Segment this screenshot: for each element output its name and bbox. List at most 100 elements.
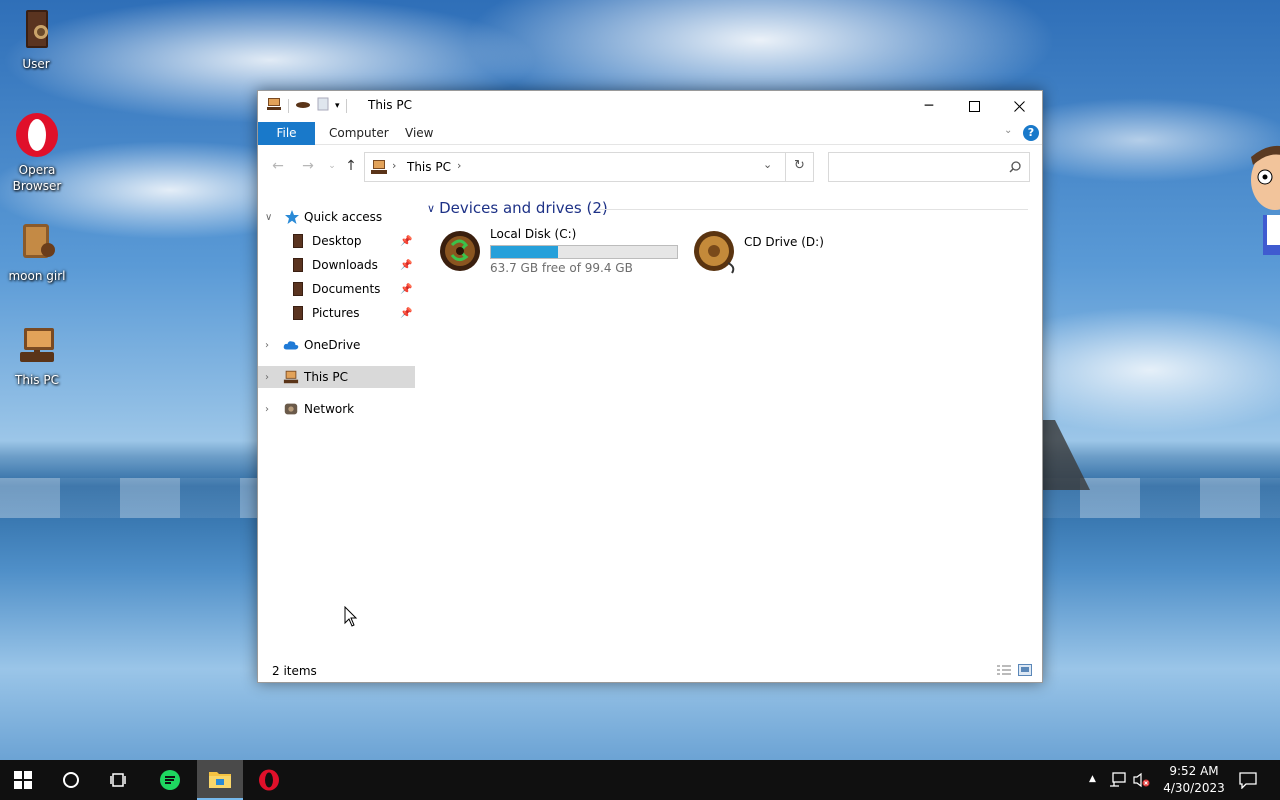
status-item-count: 2 items <box>272 664 317 678</box>
nav-item-network[interactable]: › Network <box>258 398 415 420</box>
customize-toolbar-dropdown-icon[interactable]: ▾ <box>335 101 340 111</box>
up-button[interactable]: ↑ <box>343 158 359 174</box>
desktop-icon-moon-girl[interactable]: moon girl <box>1 218 73 284</box>
details-view-icon[interactable] <box>996 664 1012 676</box>
volume-muted-icon[interactable] <box>1132 772 1152 788</box>
navigation-bar: ← → ⌄ ↑ › This PC › ⌄ ↻ <box>258 147 1042 185</box>
toolbar-divider <box>345 98 347 113</box>
minimize-button[interactable]: ─ <box>906 91 952 121</box>
task-view-icon <box>110 773 126 787</box>
chevron-down-icon[interactable]: ∨ <box>265 212 272 223</box>
group-divider <box>598 209 1028 210</box>
tab-computer[interactable]: Computer <box>315 122 403 145</box>
downloads-folder-icon <box>293 258 303 272</box>
address-divider <box>785 153 786 181</box>
start-button[interactable] <box>0 760 46 800</box>
desktop-icon-label: Opera Browser <box>12 163 62 193</box>
pin-icon[interactable]: 📌 <box>400 308 412 319</box>
local-disk-drive-icon <box>440 231 480 271</box>
close-button[interactable] <box>996 91 1042 121</box>
user-folder-icon <box>13 6 59 52</box>
quick-access-toolbar: ▾ <box>266 97 347 114</box>
pin-icon[interactable]: 📌 <box>400 260 412 271</box>
mouse-cursor-icon <box>344 606 358 627</box>
taskbar: ▲ 9:52 AM 4/30/2023 <box>0 760 1280 800</box>
documents-folder-icon <box>293 282 303 296</box>
desktop-folder-icon <box>293 234 303 248</box>
desktop-icon-label: moon girl <box>8 269 66 283</box>
file-explorer-icon <box>209 772 231 788</box>
new-folder-icon[interactable] <box>317 97 329 114</box>
refresh-icon[interactable]: ↻ <box>794 158 805 173</box>
this-pc-icon <box>14 322 60 368</box>
search-button[interactable] <box>48 760 94 800</box>
breadcrumb-separator-icon[interactable]: › <box>457 159 461 172</box>
desktop-icon-this-pc[interactable]: This PC <box>1 322 73 388</box>
cartoon-character-icon <box>1245 145 1280 265</box>
drive-name: CD Drive (D:) <box>744 235 824 249</box>
windows-logo-icon <box>14 771 32 789</box>
nav-item-desktop[interactable]: Desktop 📌 <box>258 230 415 252</box>
address-bar[interactable]: › This PC › ⌄ ↻ <box>364 152 814 182</box>
nav-item-this-pc[interactable]: › This PC <box>258 366 415 388</box>
taskbar-app-opera[interactable] <box>246 760 292 800</box>
help-icon[interactable]: ? <box>1023 125 1039 141</box>
expand-ribbon-icon[interactable]: ⌄ <box>1004 125 1012 136</box>
clock[interactable]: 9:52 AM 4/30/2023 <box>1155 763 1233 797</box>
pin-icon[interactable]: 📌 <box>400 236 412 247</box>
nav-item-downloads[interactable]: Downloads 📌 <box>258 254 415 276</box>
cortana-circle-icon <box>63 772 79 788</box>
network-icon <box>284 403 298 415</box>
tab-view[interactable]: View <box>391 122 447 145</box>
show-hidden-icons-chevron[interactable]: ▲ <box>1089 774 1096 784</box>
back-button[interactable]: ← <box>270 158 286 174</box>
drive-capacity-fill <box>491 246 558 258</box>
this-pc-small-icon <box>370 159 388 178</box>
maximize-icon <box>968 100 980 112</box>
group-header-devices-and-drives[interactable]: ∨ Devices and drives (2) <box>427 199 608 217</box>
tab-file[interactable]: File <box>258 122 315 145</box>
nav-item-onedrive[interactable]: › OneDrive <box>258 334 415 356</box>
cd-drive-icon <box>694 231 735 274</box>
taskbar-app-file-explorer[interactable] <box>197 760 243 800</box>
nav-item-documents[interactable]: Documents 📌 <box>258 278 415 300</box>
address-dropdown-icon[interactable]: ⌄ <box>763 158 772 171</box>
forward-button[interactable]: → <box>300 158 316 174</box>
breadcrumb-this-pc[interactable]: This PC <box>407 160 451 174</box>
nav-item-quick-access[interactable]: ∨ Quick access <box>258 206 415 228</box>
star-icon <box>285 210 299 224</box>
green-notes-app-icon <box>160 770 180 790</box>
large-icons-view-icon[interactable] <box>1018 664 1032 676</box>
group-header-label: Devices and drives (2) <box>439 199 608 217</box>
clock-date: 4/30/2023 <box>1163 781 1225 795</box>
onedrive-cloud-icon <box>283 341 299 350</box>
breadcrumb-separator-icon[interactable]: › <box>392 159 396 172</box>
taskbar-app-notes[interactable] <box>147 760 193 800</box>
opera-icon <box>259 769 279 791</box>
chevron-right-icon[interactable]: › <box>265 340 269 351</box>
nav-item-label: This PC <box>304 370 348 384</box>
nav-item-pictures[interactable]: Pictures 📌 <box>258 302 415 324</box>
nav-item-label: Documents <box>312 282 381 296</box>
desktop-icon-user[interactable]: User <box>0 6 72 72</box>
search-icon <box>1009 161 1021 173</box>
pin-icon[interactable]: 📌 <box>400 284 412 295</box>
toolbar-divider <box>288 98 289 113</box>
ribbon-tabs: File Computer View ⌄ ? <box>258 121 1042 145</box>
desktop-icon-label: This PC <box>15 373 59 387</box>
this-pc-small-icon <box>266 97 282 114</box>
network-status-icon[interactable] <box>1109 772 1127 788</box>
clock-time: 9:52 AM <box>1169 764 1219 778</box>
nav-item-label: Downloads <box>312 258 378 272</box>
nav-item-label: Pictures <box>312 306 360 320</box>
desktop-icon-opera[interactable]: Opera Browser <box>1 112 73 194</box>
nav-item-label: Quick access <box>304 210 383 224</box>
properties-icon[interactable] <box>295 99 311 113</box>
chevron-right-icon[interactable]: › <box>265 404 269 415</box>
recent-locations-dropdown[interactable]: ⌄ <box>324 158 340 174</box>
task-view-button[interactable] <box>96 760 142 800</box>
maximize-button[interactable] <box>951 91 997 121</box>
chevron-right-icon[interactable]: › <box>265 372 269 383</box>
search-input[interactable] <box>828 152 1030 182</box>
action-center-icon[interactable] <box>1239 771 1257 789</box>
